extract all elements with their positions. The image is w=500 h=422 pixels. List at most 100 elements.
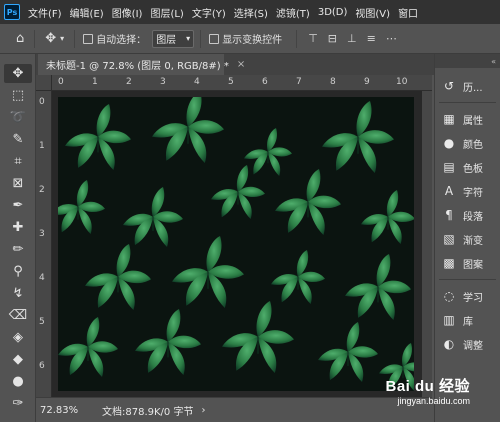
healing-brush-tool-icon[interactable]: ✚ xyxy=(4,218,32,237)
document-canvas[interactable] xyxy=(58,97,414,391)
ruler-label: 10 xyxy=(396,77,408,87)
ruler-label: 5 xyxy=(39,317,45,327)
panel-label: 属性 xyxy=(463,115,483,127)
auto-select-checkbox[interactable] xyxy=(83,33,94,44)
menu-3d[interactable]: 3D(D) xyxy=(318,7,348,18)
ruler-label: 6 xyxy=(39,361,45,371)
ruler-label: 0 xyxy=(39,97,45,107)
panel-label: 字符 xyxy=(463,187,483,199)
ruler-label: 1 xyxy=(92,77,98,87)
ruler-label: 8 xyxy=(330,77,336,87)
panel-swatches[interactable]: ▤ 色板 xyxy=(435,155,500,179)
dodge-tool-icon[interactable]: ● xyxy=(4,372,32,391)
panel-history[interactable]: ↺ 历... xyxy=(435,74,500,98)
align-bottom-icon[interactable]: ⊥ xyxy=(347,32,357,45)
panel-adjustments[interactable]: ◐ 调整 xyxy=(435,332,500,356)
brush-tool-icon[interactable]: ✏ xyxy=(4,240,32,259)
status-menu-button[interactable]: › xyxy=(201,405,205,416)
panel-label: 颜色 xyxy=(463,139,483,151)
panel-color[interactable]: ● 颜色 xyxy=(435,131,500,155)
baidu-jingyan-watermark: Bai du 经验 jingyan.baidu.com xyxy=(385,375,470,406)
panel-paragraph[interactable]: ¶ 段落 xyxy=(435,203,500,227)
ruler-origin[interactable] xyxy=(36,75,52,91)
lasso-tool-icon[interactable]: ➰ xyxy=(4,108,32,127)
menu-window[interactable]: 窗口 xyxy=(398,5,418,20)
gradient-icon: ▧ xyxy=(443,232,455,246)
divider xyxy=(74,29,76,48)
toolbar-grip xyxy=(0,54,35,62)
marquee-tool-icon[interactable]: ⬚ xyxy=(4,86,32,105)
learn-icon: ◌ xyxy=(443,289,455,303)
chevron-down-icon: ▾ xyxy=(186,34,191,43)
watermark-brand: Bai du 经验 xyxy=(385,378,470,395)
ruler-label: 7 xyxy=(296,77,302,87)
paragraph-icon: ¶ xyxy=(445,208,453,222)
photoshop-window: Ps 文件(F) 编辑(E) 图像(I) 图层(L) 文字(Y) 选择(S) 滤… xyxy=(0,0,500,422)
document-tab[interactable]: 未标题-1 @ 72.8% (图层 0, RGB/8#) * × xyxy=(38,54,245,75)
move-tool-icon[interactable]: ✥ xyxy=(4,64,32,83)
panel-gradient[interactable]: ▧ 渐变 xyxy=(435,227,500,251)
clone-stamp-tool-icon[interactable]: ⚲ xyxy=(4,262,32,281)
properties-icon: ▦ xyxy=(443,112,455,126)
menu-image[interactable]: 图像(I) xyxy=(112,5,143,20)
watermark-url: jingyan.baidu.com xyxy=(397,396,470,406)
history-brush-tool-icon[interactable]: ↯ xyxy=(4,284,32,303)
crop-tool-icon[interactable]: ⌗ xyxy=(4,152,32,171)
align-vertical-center-icon[interactable]: ⊟ xyxy=(328,32,337,45)
panel-label: 色板 xyxy=(463,163,483,175)
zoom-level[interactable]: 72.83% xyxy=(40,405,92,416)
eyedropper-tool-icon[interactable]: ✒ xyxy=(4,196,32,215)
panel-character[interactable]: A 字符 xyxy=(435,179,500,203)
menu-layer[interactable]: 图层(L) xyxy=(150,5,183,20)
menu-bar: Ps 文件(F) 编辑(E) 图像(I) 图层(L) 文字(Y) 选择(S) 滤… xyxy=(0,0,500,25)
document-tab-bar: 未标题-1 @ 72.8% (图层 0, RGB/8#) * × xyxy=(36,54,436,75)
more-options-icon[interactable]: ⋯ xyxy=(386,32,397,45)
canvas-workspace[interactable] xyxy=(52,91,432,397)
ruler-label: 4 xyxy=(39,273,45,283)
menu-edit[interactable]: 编辑(E) xyxy=(70,5,104,20)
vertical-scrollbar[interactable] xyxy=(422,91,432,397)
swatches-icon: ▤ xyxy=(443,160,455,174)
frame-tool-icon[interactable]: ⊠ xyxy=(4,174,32,193)
chevron-down-icon[interactable]: ▾ xyxy=(60,34,64,43)
align-top-icon[interactable]: ⊤ xyxy=(308,32,318,45)
divider xyxy=(439,279,496,280)
auto-select-value: 图层 xyxy=(156,35,177,46)
panel-patterns[interactable]: ▩ 图案 xyxy=(435,251,500,275)
menu-type[interactable]: 文字(Y) xyxy=(192,5,226,20)
show-transform-checkbox[interactable] xyxy=(209,33,220,44)
menu-file[interactable]: 文件(F) xyxy=(28,5,62,20)
ruler-label: 1 xyxy=(39,141,45,151)
vertical-ruler[interactable]: 0 1 2 3 4 5 6 xyxy=(36,91,52,397)
home-icon[interactable]: ⌂ xyxy=(16,31,24,46)
distribute-icon[interactable]: ≡ xyxy=(367,32,376,45)
pen-tool-icon[interactable]: ✑ xyxy=(4,394,32,413)
menu-select[interactable]: 选择(S) xyxy=(234,5,268,20)
panel-learn[interactable]: ◌ 学习 xyxy=(435,284,500,308)
panel-properties[interactable]: ▦ 属性 xyxy=(435,107,500,131)
ruler-label: 3 xyxy=(39,229,45,239)
expand-panels-button[interactable]: « xyxy=(435,54,500,68)
panel-libraries[interactable]: ▥ 库 xyxy=(435,308,500,332)
menu-filter[interactable]: 滤镜(T) xyxy=(276,5,310,20)
divider xyxy=(200,29,202,48)
panel-label: 学习 xyxy=(463,292,483,304)
horizontal-ruler[interactable]: 0 1 2 3 4 5 6 7 8 9 10 xyxy=(52,75,432,91)
panel-label: 库 xyxy=(463,316,473,328)
options-bar: ⌂ ✥ ▾ 自动选择： 图层 ▾ 显示变换控件 ⊤ ⊟ ⊥ ≡ ⋯ xyxy=(0,24,500,54)
blur-tool-icon[interactable]: ◆ xyxy=(4,350,32,369)
document-info: 文档:878.9K/0 字节 xyxy=(102,406,194,418)
auto-select-dropdown[interactable]: 图层 ▾ xyxy=(152,29,195,48)
divider xyxy=(439,102,496,103)
close-icon[interactable]: × xyxy=(237,59,245,70)
ruler-label: 2 xyxy=(39,185,45,195)
status-bar: 72.83% 文档:878.9K/0 字节 › xyxy=(36,397,432,422)
quick-selection-tool-icon[interactable]: ✎ xyxy=(4,130,32,149)
paint-bucket-tool-icon[interactable]: ◈ xyxy=(4,328,32,347)
patterns-icon: ▩ xyxy=(443,256,455,270)
menu-view[interactable]: 视图(V) xyxy=(355,5,390,20)
auto-select-label: 自动选择： xyxy=(96,35,147,46)
move-tool-icon[interactable]: ✥ xyxy=(45,31,56,46)
panel-label: 历... xyxy=(463,82,483,94)
eraser-tool-icon[interactable]: ⌫ xyxy=(4,306,32,325)
